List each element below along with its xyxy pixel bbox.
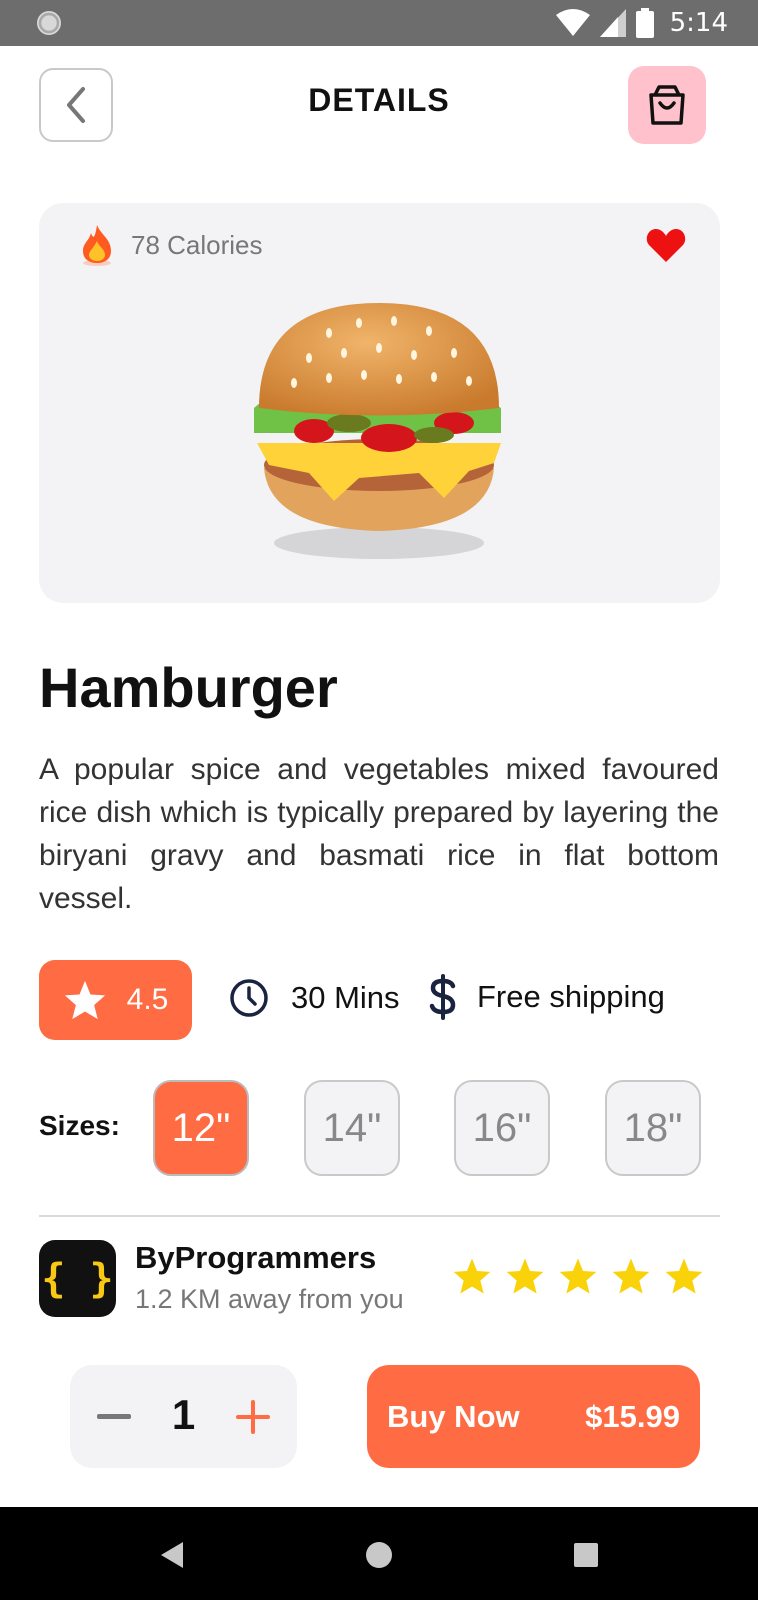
product-image-card: 78 Calories <box>39 203 720 603</box>
product-name: Hamburger <box>39 656 338 719</box>
star-icon <box>506 1258 544 1294</box>
shipping-text: Free shipping <box>477 979 665 1014</box>
status-bar: 5:14 <box>0 0 758 46</box>
calories-info: 78 Calories <box>79 223 263 267</box>
increase-quantity-button[interactable] <box>231 1395 275 1439</box>
seller-distance: 1.2 KM away from you <box>135 1284 404 1314</box>
rating-badge: 4.5 <box>39 960 192 1040</box>
product-description: A popular spice and vegetables mixed fav… <box>39 753 719 915</box>
buy-now-button[interactable]: Buy Now $15.99 <box>367 1365 700 1468</box>
battery-icon <box>635 8 654 38</box>
nav-back-button[interactable] <box>154 1537 190 1573</box>
size-option-16[interactable]: 16" <box>454 1080 550 1176</box>
dollar-icon <box>429 974 456 1020</box>
seller-logo: { } <box>39 1240 116 1317</box>
fire-icon <box>83 225 111 266</box>
nav-recents-button[interactable] <box>568 1537 604 1573</box>
size-option-12[interactable]: 12" <box>153 1080 249 1176</box>
star-icon <box>64 980 105 1020</box>
divider <box>39 1215 720 1217</box>
seller-rating-stars <box>452 1256 704 1296</box>
buy-now-label: Buy Now <box>387 1399 520 1434</box>
quantity-stepper: 1 <box>70 1365 297 1468</box>
time-info: 30 Mins <box>229 978 400 1018</box>
sizes-label: Sizes: <box>39 1110 120 1141</box>
header: DETAILS <box>0 46 758 166</box>
size-option-18[interactable]: 18" <box>605 1080 701 1176</box>
rating-value: 4.5 <box>126 983 169 1016</box>
shopping-bag-icon <box>649 85 685 125</box>
star-icon <box>665 1258 703 1294</box>
notification-icon <box>37 11 61 35</box>
star-icon <box>559 1258 597 1294</box>
heart-icon <box>646 229 686 262</box>
favorite-button[interactable] <box>646 227 686 268</box>
time-text: 30 Mins <box>291 980 400 1015</box>
navigation-bar <box>0 1507 758 1600</box>
clock-icon <box>230 979 268 1017</box>
shipping-info: Free shipping <box>429 974 665 1020</box>
star-icon <box>612 1258 650 1294</box>
seller-info: { } ByProgrammers 1.2 KM away from you <box>39 1240 720 1320</box>
circle-home-icon <box>366 1542 392 1568</box>
calories-text: 78 Calories <box>131 229 263 260</box>
status-time: 5:14 <box>669 8 728 38</box>
info-row: 4.5 30 Mins Free shipping <box>39 960 739 1040</box>
size-option-14[interactable]: 14" <box>304 1080 400 1176</box>
triangle-back-icon <box>161 1542 183 1568</box>
plus-icon <box>236 1400 270 1434</box>
hamburger-image <box>254 303 501 559</box>
wifi-icon <box>555 9 590 36</box>
buy-price: $15.99 <box>585 1399 680 1434</box>
signal-icon <box>599 9 626 37</box>
cart-button[interactable] <box>628 66 706 144</box>
nav-home-button[interactable] <box>361 1537 397 1573</box>
square-recents-icon <box>574 1543 598 1567</box>
sizes-row: Sizes: 12" 14" 16" 18" <box>39 1080 729 1176</box>
star-icon <box>453 1258 491 1294</box>
seller-name: ByProgrammers <box>135 1240 377 1275</box>
status-icons: 5:14 <box>555 8 728 38</box>
